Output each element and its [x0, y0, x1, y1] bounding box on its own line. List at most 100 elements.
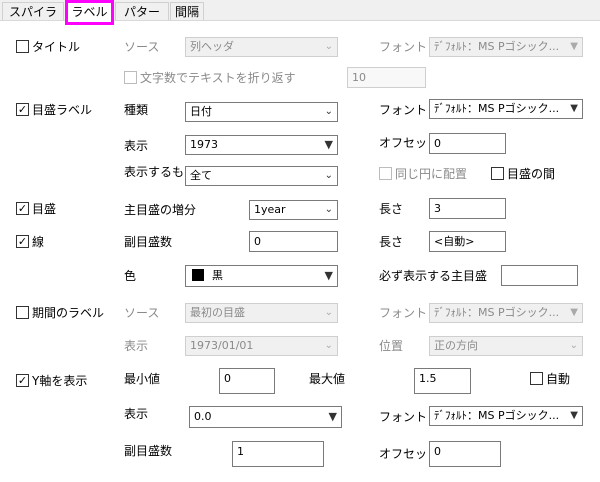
- y-max-label: 最大値: [309, 372, 346, 386]
- line-checkbox-label: 線: [32, 235, 45, 249]
- major-increment-value: 1year: [254, 203, 286, 216]
- wrap-text-label: 文字数でテキストを折り返す: [140, 71, 296, 85]
- chevron-down-icon: ⌄: [324, 106, 333, 117]
- chevron-down-icon: ⌄: [324, 41, 333, 52]
- period-display-select[interactable]: 1973/01/01 ⌄: [185, 336, 338, 356]
- period-font-select[interactable]: ﾃﾞﾌｫﾙﾄ：MS Pゴシック... ▼: [429, 303, 583, 323]
- period-source-value: 最初の目盛: [190, 306, 245, 319]
- tab-pattern[interactable]: パターン: [115, 2, 169, 37]
- y-axis-checkbox[interactable]: ✓: [16, 374, 29, 387]
- line-checkbox[interactable]: ✓: [16, 235, 29, 248]
- y-minor-count-input[interactable]: 1: [232, 441, 324, 467]
- tick-show-label: 表示するも: [124, 165, 185, 179]
- tick-show-select[interactable]: 全て ⌄: [185, 166, 338, 186]
- required-major-input[interactable]: [501, 265, 578, 286]
- tick-font-label: フォント: [379, 103, 428, 117]
- period-position-label: 位置: [379, 339, 404, 353]
- chevron-down-icon: ⌄: [324, 204, 333, 215]
- y-min-label: 最小値: [124, 372, 161, 386]
- tick-show-value: 全て: [190, 169, 212, 182]
- minor-count-input[interactable]: 0: [249, 231, 338, 252]
- chevron-down-icon: ⌄: [324, 340, 333, 351]
- tick-length-input[interactable]: 3: [429, 198, 506, 219]
- tick-display-select[interactable]: 1973 ▼: [185, 135, 338, 155]
- period-display-label: 表示: [124, 339, 149, 353]
- y-max-input[interactable]: 1.5: [414, 368, 471, 394]
- caret-down-icon: ▼: [570, 103, 578, 114]
- same-circle-label: 同じ円に配置: [395, 167, 468, 181]
- period-display-value: 1973/01/01: [190, 339, 254, 352]
- title-font-value: ﾃﾞﾌｫﾙﾄ：MS Pゴシック...: [434, 40, 560, 53]
- caret-down-icon: ▼: [324, 138, 333, 151]
- same-circle-checkbox[interactable]: [379, 167, 392, 180]
- y-display-label: 表示: [124, 407, 149, 421]
- period-label-checkbox-label: 期間のラベル: [32, 306, 105, 320]
- y-axis-checkbox-label: Y軸を表示: [32, 374, 88, 388]
- title-checkbox-label: タイトル: [32, 40, 81, 54]
- tick-font-value: ﾃﾞﾌｫﾙﾄ：MS Pゴシック...: [434, 102, 560, 115]
- period-font-value: ﾃﾞﾌｫﾙﾄ：MS Pゴシック...: [434, 306, 560, 319]
- chevron-down-icon: ⌄: [324, 170, 333, 181]
- title-source-label: ソース: [124, 40, 160, 54]
- color-select[interactable]: 黒 ▼: [185, 265, 338, 287]
- y-font-value: ﾃﾞﾌｫﾙﾄ：MS Pゴシック...: [434, 409, 560, 422]
- color-swatch: [192, 269, 204, 281]
- y-minor-count-label: 副目盛数: [124, 444, 173, 458]
- y-display-select[interactable]: 0.0 ▼: [189, 406, 342, 428]
- required-major-label: 必ず表示する主目盛: [379, 269, 488, 283]
- caret-down-icon: ▼: [328, 410, 337, 423]
- color-label: 色: [124, 269, 137, 283]
- title-checkbox[interactable]: [16, 40, 29, 53]
- line-length-label: 長さ: [379, 235, 404, 249]
- line-length-input[interactable]: <自動>: [429, 231, 506, 252]
- tab-interval[interactable]: 間隔: [170, 2, 204, 22]
- tick-font-select[interactable]: ﾃﾞﾌｫﾙﾄ：MS Pゴシック... ▼: [429, 99, 583, 119]
- period-font-label: フォント: [379, 306, 428, 320]
- y-font-label: フォント: [379, 410, 428, 424]
- title-source-value: 列ヘッダ: [190, 40, 234, 53]
- ticks-checkbox[interactable]: ✓: [16, 202, 29, 215]
- chevron-down-icon: ⌄: [324, 307, 333, 318]
- y-offset-input[interactable]: 0: [429, 441, 501, 467]
- tick-display-label: 表示: [124, 139, 149, 153]
- tick-label-checkbox[interactable]: ✓: [16, 103, 29, 116]
- color-value: 黒: [212, 269, 223, 282]
- caret-down-icon: ▼: [324, 269, 333, 282]
- wrap-text-checkbox[interactable]: [124, 71, 137, 84]
- minor-count-label: 副目盛数: [124, 235, 173, 249]
- caret-down-icon: ▼: [570, 410, 578, 421]
- period-position-value: 正の方向: [434, 339, 478, 352]
- y-min-input[interactable]: 0: [219, 368, 275, 394]
- title-source-select[interactable]: 列ヘッダ ⌄: [185, 37, 338, 57]
- y-auto-checkbox[interactable]: [530, 372, 543, 385]
- caret-down-icon: ▼: [570, 307, 578, 318]
- between-ticks-label: 目盛の間: [507, 167, 556, 181]
- tick-label-checkbox-label: 目盛ラベル: [32, 103, 93, 117]
- period-source-label: ソース: [124, 306, 160, 320]
- tab-spiral[interactable]: スパイラル: [2, 2, 64, 37]
- period-position-select[interactable]: 正の方向 ⌄: [429, 336, 583, 356]
- between-ticks-checkbox[interactable]: [491, 167, 504, 180]
- tick-type-select[interactable]: 日付 ⌄: [185, 102, 338, 122]
- major-increment-select[interactable]: 1year ⌄: [249, 200, 338, 220]
- tick-offset-input[interactable]: 0: [429, 133, 506, 154]
- y-font-select[interactable]: ﾃﾞﾌｫﾙﾄ：MS Pゴシック... ▼: [429, 406, 583, 426]
- chevron-down-icon: ⌄: [569, 340, 578, 351]
- tab-label: 間隔: [174, 5, 199, 19]
- wrap-chars-input[interactable]: 10: [347, 67, 426, 88]
- caret-down-icon: ▼: [570, 41, 578, 52]
- major-increment-label: 主目盛の増分: [124, 203, 197, 217]
- y-display-value: 0.0: [194, 410, 212, 423]
- period-source-select[interactable]: 最初の目盛 ⌄: [185, 303, 338, 323]
- tick-length-label: 長さ: [379, 202, 404, 216]
- tick-display-value: 1973: [190, 138, 218, 151]
- tick-type-label: 種類: [124, 103, 149, 117]
- tick-type-value: 日付: [190, 105, 212, 118]
- ticks-checkbox-label: 目盛: [32, 202, 57, 216]
- settings-panel: タイトル ソース 列ヘッダ ⌄ フォント ﾃﾞﾌｫﾙﾄ：MS Pゴシック... ▼ …: [0, 20, 600, 482]
- period-label-checkbox[interactable]: [16, 306, 29, 319]
- title-font-select[interactable]: ﾃﾞﾌｫﾙﾄ：MS Pゴシック... ▼: [429, 37, 583, 57]
- y-auto-label: 自動: [546, 372, 571, 386]
- tab-label: ラベル: [71, 5, 108, 19]
- tab-label-settings[interactable]: ラベル: [65, 0, 114, 25]
